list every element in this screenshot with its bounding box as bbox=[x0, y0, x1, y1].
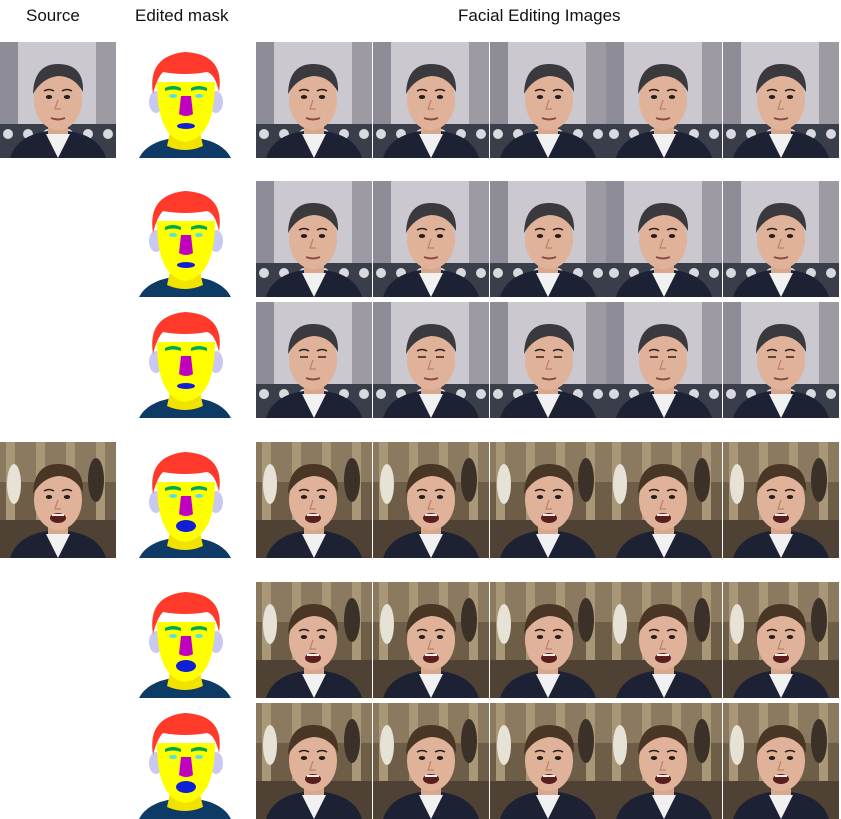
source-image bbox=[0, 42, 116, 158]
source-column-header: Source bbox=[26, 6, 80, 25]
facial-editing-frame bbox=[606, 582, 722, 698]
edited-mask-image bbox=[127, 42, 243, 158]
facial-editing-column-header: Facial Editing Images bbox=[458, 6, 621, 25]
facial-editing-frame bbox=[606, 442, 722, 558]
edited-mask-image bbox=[127, 302, 243, 418]
facial-editing-frame bbox=[490, 442, 606, 558]
source-image bbox=[0, 442, 116, 558]
facial-editing-frame bbox=[373, 42, 489, 158]
facial-editing-frame bbox=[373, 582, 489, 698]
facial-editing-frame bbox=[723, 302, 839, 418]
facial-editing-frame bbox=[723, 42, 839, 158]
edited-mask-image bbox=[127, 582, 243, 698]
facial-editing-frame bbox=[256, 582, 372, 698]
facial-editing-frame bbox=[723, 703, 839, 819]
facial-editing-frame bbox=[490, 42, 606, 158]
parsing-mask-svg bbox=[127, 703, 243, 819]
edited-mask-image bbox=[127, 703, 243, 819]
parsing-mask-svg bbox=[127, 582, 243, 698]
parsing-mask-svg bbox=[127, 181, 243, 297]
facial-editing-frame bbox=[373, 181, 489, 297]
facial-editing-frame bbox=[256, 42, 372, 158]
facial-editing-frame bbox=[256, 302, 372, 418]
facial-editing-frame bbox=[490, 302, 606, 418]
parsing-mask-svg bbox=[127, 302, 243, 418]
facial-editing-frame bbox=[490, 703, 606, 819]
edited-mask-image bbox=[127, 181, 243, 297]
facial-editing-frame bbox=[373, 442, 489, 558]
parsing-mask-svg bbox=[127, 442, 243, 558]
facial-editing-frame bbox=[373, 703, 489, 819]
facial-editing-frame bbox=[723, 582, 839, 698]
facial-editing-frame bbox=[373, 302, 489, 418]
facial-editing-frame bbox=[606, 302, 722, 418]
facial-editing-frame bbox=[723, 442, 839, 558]
facial-editing-frame bbox=[256, 442, 372, 558]
facial-editing-frame bbox=[256, 703, 372, 819]
facial-editing-frame bbox=[606, 703, 722, 819]
facial-editing-frame bbox=[490, 582, 606, 698]
facial-editing-frame bbox=[606, 181, 722, 297]
parsing-mask-svg bbox=[127, 42, 243, 158]
facial-editing-frame bbox=[723, 181, 839, 297]
facial-editing-frame bbox=[490, 181, 606, 297]
edited-mask-column-header: Edited mask bbox=[135, 6, 229, 25]
facial-editing-frame bbox=[606, 42, 722, 158]
facial-editing-frame bbox=[256, 181, 372, 297]
edited-mask-image bbox=[127, 442, 243, 558]
